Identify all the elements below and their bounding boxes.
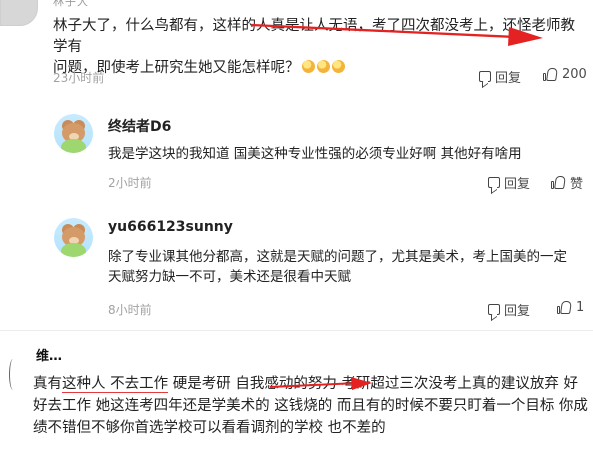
bottom-author[interactable]: 维…	[36, 345, 62, 364]
reply-item: 终结者D6 我是学这块的我知道 国美这种专业性强的必须专业好啊 其他好有啥用 2…	[54, 108, 593, 196]
bottom-comment-highlight: 这种人 不去工作	[62, 376, 169, 393]
reply-button[interactable]: 回复	[488, 300, 530, 319]
reply-item: yu666123sunny 除了专业课其他分都高，这就是天赋的问题了，尤其是美术…	[54, 214, 593, 322]
like-count: 1	[576, 300, 585, 315]
top-user-avatar[interactable]	[0, 0, 38, 26]
top-like-button[interactable]: 200	[542, 67, 587, 82]
top-author-name: 林子大	[53, 0, 89, 8]
thumbs-up-icon	[550, 175, 566, 190]
thumbs-up-icon	[542, 67, 558, 82]
like-label: 赞	[570, 177, 584, 192]
bottom-comment-line3: 绩不错但不够你首选学校可以看看调剂的学校 也不差的	[33, 420, 386, 436]
reply-text: 我是学这块的我知道 国美这种专业性强的必须专业好啊 其他好有啥用	[108, 146, 522, 162]
reply-label: 回复	[504, 304, 531, 319]
emoji-icon	[331, 60, 345, 73]
avatar-body-icon	[61, 243, 86, 257]
reply-button[interactable]: 回复	[488, 173, 530, 192]
reply-icon	[488, 177, 500, 188]
reply-text-line: 除了专业课其他分都高，这就是天赋的问题了，尤其是美术，考上国美的一定	[108, 249, 567, 265]
comment-divider	[0, 330, 593, 331]
reply-avatar[interactable]	[54, 218, 93, 257]
top-like-count: 200	[562, 67, 587, 82]
comment-page: 林子大 林子大了，什么鸟都有，这样的人真是让人无语，考了四次都没考上，还怪老师教…	[0, 0, 593, 450]
bottom-comment-prefix: 真有	[33, 376, 62, 392]
reply-icon	[488, 304, 500, 315]
emoji-icon	[301, 60, 315, 73]
reply-text: 除了专业课其他分都高，这就是天赋的问题了，尤其是美术，考上国美的一定 天赋努力缺…	[108, 247, 590, 287]
reply-author[interactable]: 终结者D6	[108, 116, 171, 136]
top-comment-time: 23小时前	[53, 71, 105, 85]
reply-time: 2小时前	[108, 176, 152, 190]
annotation-bracket	[9, 359, 17, 390]
reply-avatar[interactable]	[54, 114, 93, 153]
reply-time: 8小时前	[108, 303, 152, 317]
top-comment-part1: 林子大了，什么鸟都有，	[53, 18, 213, 34]
reply-label: 回复	[504, 177, 531, 192]
bottom-comment-text: 真有这种人 不去工作 硬是考研 自我感动的努力 考研超过三次没考上真的建议放弃 …	[33, 373, 593, 439]
top-reply-button[interactable]: 回复	[479, 67, 521, 86]
top-reply-label: 回复	[495, 71, 522, 86]
like-button[interactable]: 赞	[550, 173, 583, 192]
avatar-body-icon	[61, 139, 86, 153]
reply-text-line: 天赋努力缺一不可，美术还是很看中天赋	[108, 269, 351, 285]
reply-author[interactable]: yu666123sunny	[108, 219, 233, 235]
thumbs-up-icon	[556, 300, 572, 315]
emoji-icon	[316, 60, 330, 73]
bottom-comment-line2: 好去工作 她这连考四年还是学美术的 这钱烧的 而且有的时候不要只盯着一个目标 你…	[33, 398, 588, 414]
like-button[interactable]: 1	[556, 300, 584, 315]
bottom-comment-suffix: 考研超过三次没考上真的建议放弃 好	[336, 376, 579, 392]
bottom-comment-middle: 硬是考研 自我感动的努力	[168, 376, 337, 392]
reply-icon	[479, 71, 491, 82]
